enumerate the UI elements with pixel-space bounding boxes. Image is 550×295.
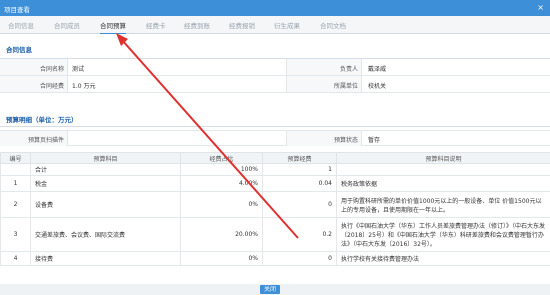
tab-expense-reimbursement[interactable]: 经费报销 — [229, 20, 255, 30]
row-description: 执行《中国石油大学（华东）工作人员差旅费管理办法（修订）》（中石大东发〔2018… — [336, 217, 550, 252]
column-header-description: 预算科目说明 — [336, 152, 550, 164]
attachment-label: 预算页扫描件 — [27, 137, 64, 144]
row-ratio: 0% — [180, 191, 263, 218]
contract-info-row: 合同名称 测试 负责人 戴泽威 — [0, 59, 550, 76]
row-ratio: 20.00% — [180, 217, 263, 252]
leader-value: 戴泽威 — [368, 66, 387, 73]
budget-attachment-row: 预算页扫描件 预算状态 暂存 — [0, 130, 550, 146]
divider — [0, 126, 550, 127]
contract-funding-value: 1.0 万元 — [72, 83, 96, 90]
row-item: 税金 — [30, 175, 181, 192]
row-amount: 0 — [262, 251, 337, 266]
row-item: 合计 — [30, 163, 181, 176]
tab-contract-documents[interactable]: 合同文档 — [320, 20, 346, 30]
budget-heading: 预算明细（单位：万元） — [6, 116, 78, 124]
tab-derived-results[interactable]: 衍生成果 — [274, 20, 300, 30]
unit-label: 所属单位 — [333, 83, 358, 90]
budget-table: 编号 预算科目 经费占比 预算经费 预算科目说明 合计 100% 1 1 税金 … — [0, 152, 550, 266]
tab-funding-card[interactable]: 经费卡 — [146, 20, 166, 30]
row-no: 2 — [0, 191, 31, 218]
tab-bar: 合同信息 合同成员 合同预算 经费卡 经费到账 经费报销 衍生成果 合同文档 — [0, 16, 550, 35]
contract-name-value: 测试 — [72, 66, 85, 73]
row-no — [0, 163, 31, 176]
table-row: 1 税金 4.00% 0.04 税务政策依据 — [0, 175, 550, 192]
table-row: 4 接待费 0% 0 执行学校有关接待费管理办法 — [0, 251, 550, 266]
tab-funding-arrival[interactable]: 经费到账 — [184, 20, 210, 30]
table-header-row: 编号 预算科目 经费占比 预算经费 预算科目说明 — [0, 152, 550, 164]
column-header-ratio: 经费占比 — [180, 152, 263, 164]
tab-contract-budget[interactable]: 合同预算 — [100, 20, 126, 35]
column-header-item: 预算科目 — [30, 152, 181, 164]
row-amount: 0.04 — [262, 175, 337, 192]
contract-funding-label: 合同经费 — [39, 83, 64, 90]
column-header-no: 编号 — [0, 152, 31, 164]
row-item: 交通差旅费、会议费、国际交流费 — [30, 217, 181, 252]
table-row: 3 交通差旅费、会议费、国际交流费 20.00% 0.2 执行《中国石油大学（华… — [0, 217, 550, 252]
row-amount: 0 — [262, 191, 337, 218]
contract-info-heading: 合同信息 — [6, 46, 32, 54]
row-ratio: 4.00% — [180, 175, 263, 192]
budget-status-label: 预算状态 — [333, 137, 358, 144]
leader-label: 负责人 — [339, 66, 358, 73]
column-header-amount: 预算经费 — [262, 152, 337, 164]
footer-bar: 关闭 — [0, 284, 550, 295]
close-button[interactable]: 关闭 — [260, 285, 280, 294]
row-amount: 0.2 — [262, 217, 337, 252]
table-row: 2 设备费 0% 0 用于购置科研所需的单价价值1000元以上的一般设备、单位 … — [0, 191, 550, 218]
row-ratio: 100% — [180, 163, 263, 176]
row-item: 接待费 — [30, 251, 181, 266]
budget-status-value: 暂存 — [368, 137, 381, 144]
row-no: 3 — [0, 217, 31, 252]
tab-contract-info[interactable]: 合同信息 — [8, 20, 34, 30]
close-icon[interactable]: × — [537, 3, 544, 12]
row-no: 4 — [0, 251, 31, 266]
row-amount: 1 — [262, 163, 337, 176]
row-description — [336, 163, 550, 176]
row-no: 1 — [0, 175, 31, 192]
row-description: 用于购置科研所需的单价价值1000元以上的一般设备、单位 价值1500元以上的专… — [336, 191, 550, 218]
main-content: 合同信息 合同名称 测试 负责人 戴泽威 合同经费 1.0 万元 所属单位 校机… — [0, 34, 550, 284]
row-description: 执行学校有关接待费管理办法 — [336, 251, 550, 266]
unit-value: 校机关 — [368, 83, 387, 90]
window-title: 项目查看 — [4, 6, 30, 14]
row-description: 税务政策依据 — [336, 175, 550, 192]
table-row: 合计 100% 1 — [0, 163, 550, 176]
tab-contract-members[interactable]: 合同成员 — [54, 20, 80, 30]
window-titlebar: 项目查看 × — [0, 0, 550, 16]
contract-info-row: 合同经费 1.0 万元 所属单位 校机关 — [0, 76, 550, 93]
contract-name-label: 合同名称 — [39, 66, 64, 73]
row-ratio: 0% — [180, 251, 263, 266]
row-item: 设备费 — [30, 191, 181, 218]
